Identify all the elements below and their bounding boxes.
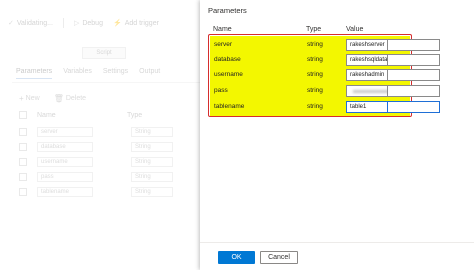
delete-parameter-button[interactable]: 🗑 Delete <box>54 94 86 103</box>
param-name-input[interactable]: server <box>37 126 93 137</box>
row-checkbox[interactable] <box>19 142 27 151</box>
row-checkbox[interactable] <box>19 187 27 196</box>
lightning-icon: ⚡ <box>112 20 122 27</box>
table-row: server String <box>19 124 199 139</box>
pipeline-editor: ✓ Validating... ▷ Debug ⚡ Add trigger Sc… <box>0 0 200 270</box>
validating-label: Validating... <box>16 19 53 27</box>
script-activity[interactable]: Script <box>82 47 126 59</box>
table-row: database String <box>19 139 199 154</box>
editor-tabs: Parameters Variables Settings Output <box>16 68 160 79</box>
param-type-select[interactable]: String <box>131 186 173 197</box>
tab-settings[interactable]: Settings <box>103 68 128 79</box>
tab-parameters[interactable]: Parameters <box>16 68 53 79</box>
highlight-outline <box>208 34 412 117</box>
checkmark-icon: ✓ <box>8 20 14 27</box>
delete-label: Delete <box>65 95 87 102</box>
column-name-header: Name <box>37 111 56 119</box>
param-type-select[interactable]: String <box>131 171 173 182</box>
play-icon: ▷ <box>73 20 80 27</box>
row-checkbox[interactable] <box>19 157 27 166</box>
table-row: tablename String <box>19 184 199 199</box>
tab-variables[interactable]: Variables <box>63 68 92 79</box>
tab-output[interactable]: Output <box>139 68 160 79</box>
param-value-input-extension[interactable] <box>387 69 440 81</box>
parameter-actions: + New 🗑 Delete <box>19 94 86 103</box>
param-type-select[interactable]: String <box>131 126 173 137</box>
script-activity-label: Script <box>96 50 112 56</box>
new-label: New <box>25 95 40 102</box>
row-checkbox[interactable] <box>19 172 27 181</box>
table-row: pass String <box>19 169 199 184</box>
ok-button[interactable]: OK <box>218 251 255 264</box>
cancel-button[interactable]: Cancel <box>260 251 298 264</box>
column-name-header: Name <box>213 26 232 33</box>
param-type-select[interactable]: String <box>131 141 173 152</box>
param-name-input[interactable]: tablename <box>37 186 93 197</box>
trash-icon: 🗑 <box>53 94 64 103</box>
param-name-input[interactable]: pass <box>37 171 93 182</box>
editor-toolbar: ✓ Validating... ▷ Debug ⚡ Add trigger <box>8 18 159 28</box>
footer-divider <box>200 242 474 243</box>
new-parameter-button[interactable]: + New <box>19 94 40 103</box>
column-type-header: Type <box>127 111 143 119</box>
param-name-input[interactable]: database <box>37 141 93 152</box>
column-value-header: Value <box>346 26 364 33</box>
validating-status: ✓ Validating... <box>8 19 53 28</box>
table-row: username String <box>19 154 199 169</box>
add-trigger-label: Add trigger <box>124 19 159 27</box>
param-value-input-extension[interactable] <box>387 39 440 51</box>
tabs-divider <box>12 82 200 83</box>
param-value-input-extension-active[interactable] <box>387 101 440 113</box>
select-all-checkbox[interactable] <box>19 111 27 119</box>
debug-button[interactable]: ▷ Debug <box>73 19 103 28</box>
parameters-table: server String database String username S… <box>19 124 199 199</box>
plus-icon: + <box>19 94 24 103</box>
toolbar-divider <box>62 18 64 28</box>
param-name-input[interactable]: username <box>37 156 93 167</box>
param-value-input-extension[interactable] <box>387 54 440 66</box>
param-type-select[interactable]: String <box>131 156 173 167</box>
debug-label: Debug <box>82 19 103 27</box>
add-trigger-button[interactable]: ⚡ Add trigger <box>112 19 159 28</box>
panel-title: Parameters <box>208 6 247 15</box>
parameters-table-header: Name Type <box>19 111 199 119</box>
row-checkbox[interactable] <box>19 127 27 136</box>
param-value-input-extension[interactable] <box>387 85 440 97</box>
column-type-header: Type <box>306 26 322 33</box>
